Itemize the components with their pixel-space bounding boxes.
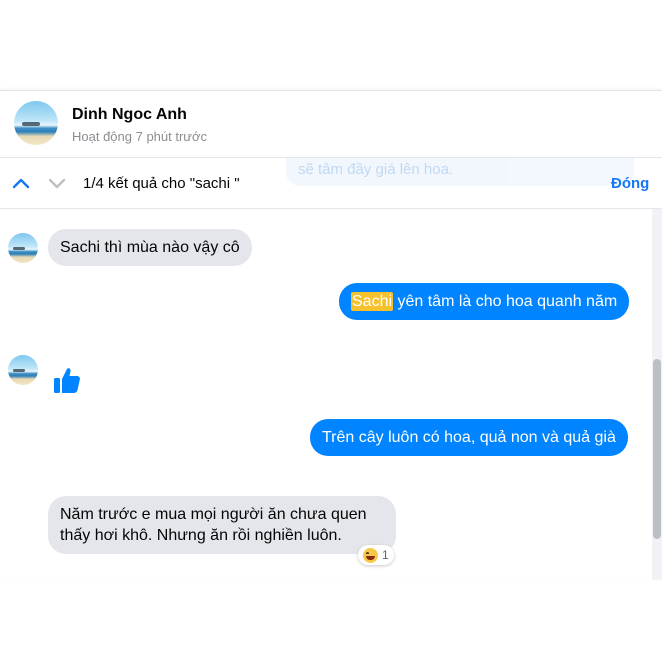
laughing-face-icon [363,547,378,563]
search-highlight: Sachi [351,292,394,311]
background-bubble-text: sẽ tâm đầy giá lên hoa. [286,158,634,186]
incoming-message[interactable]: Sachi thì mùa nào vậy cô [48,229,252,266]
sender-avatar[interactable] [8,233,38,263]
message-text: yên tâm là cho hoa quanh năm [393,293,618,310]
message-list: Sachi thì mùa nào vậy cô Sachi yên tâm l… [0,209,662,580]
contact-avatar[interactable] [14,101,58,145]
sender-avatar[interactable] [8,355,38,385]
next-result-button[interactable] [46,172,68,194]
search-result-count: 1/4 kết quả cho "sachi " [83,175,240,192]
message-text-line-1: Năm trước e mua mọi người ăn chưa quen [60,506,367,523]
message-text-line-2: thấy hơi khô. Nhưng ăn rồi nghiền luôn. [60,527,342,544]
search-results-bar: sẽ tâm đầy giá lên hoa. 1/4 kết quả cho … [0,157,662,209]
message-text: Sachi thì mùa nào vậy cô [60,239,240,256]
chat-panel: Dinh Ngoc Anh Hoạt động 7 phút trước sẽ … [0,90,662,580]
close-search-button[interactable]: Đóng [611,175,649,192]
chevron-down-icon [48,178,66,189]
previous-result-button[interactable] [10,172,32,194]
top-blank-area [0,0,662,90]
outgoing-message[interactable]: Trên cây luôn có hoa, quả non và quả già [310,419,628,456]
reaction-count: 1 [382,548,389,562]
scrollbar-thumb[interactable] [653,359,661,539]
message-text: Trên cây luôn có hoa, quả non và quả già [322,429,616,446]
contact-name[interactable]: Dinh Ngoc Anh [72,106,187,124]
message-reaction[interactable]: 1 [358,545,394,565]
thumbs-up-icon[interactable] [52,365,82,395]
conversation-header: Dinh Ngoc Anh Hoạt động 7 phút trước [0,91,662,157]
contact-status: Hoạt động 7 phút trước [72,129,208,144]
outgoing-message[interactable]: Sachi yên tâm là cho hoa quanh năm [339,283,630,320]
chevron-up-icon [12,178,30,189]
incoming-message[interactable]: Năm trước e mua mọi người ăn chưa quen t… [48,496,396,554]
